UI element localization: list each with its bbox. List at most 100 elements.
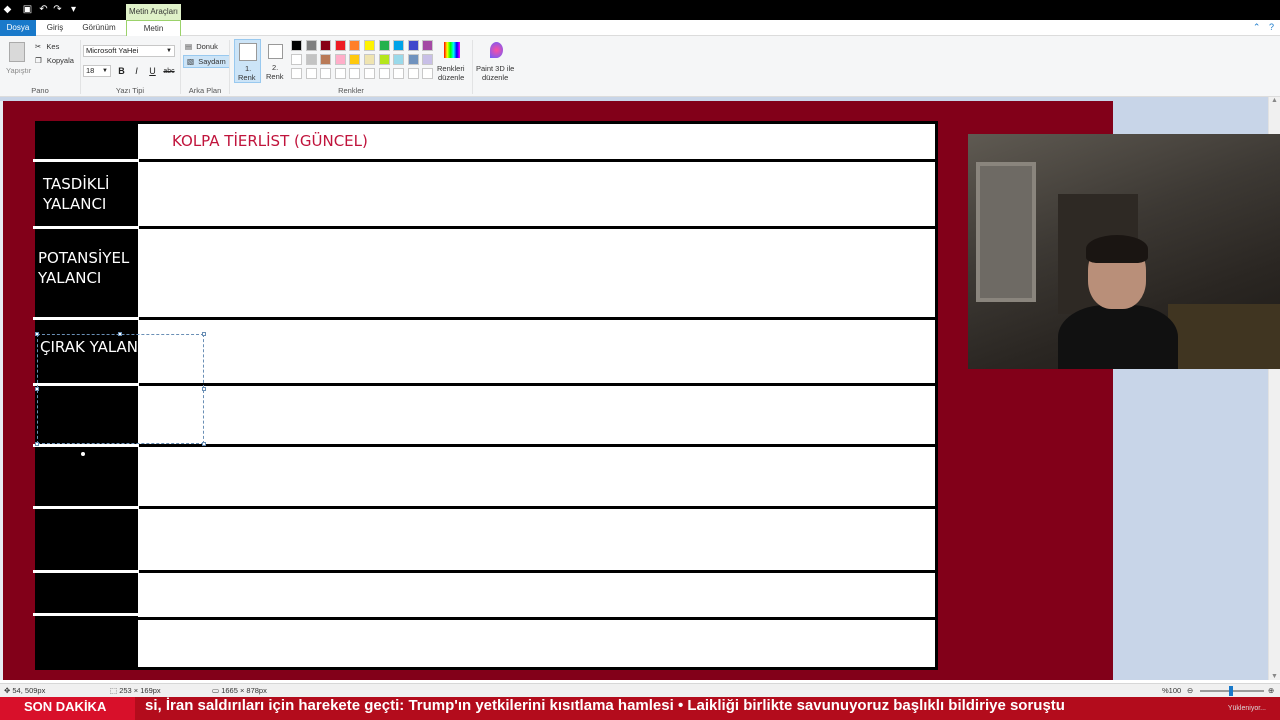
font-name-value: Microsoft YaHei <box>86 46 139 55</box>
custom-color-slot[interactable] <box>364 68 375 79</box>
board-border-right <box>935 123 938 670</box>
strikethrough-button[interactable]: abc <box>161 66 177 77</box>
scroll-up-icon[interactable]: ▲ <box>1271 97 1278 104</box>
resize-handle[interactable] <box>202 442 206 446</box>
quick-access-dropdown-icon[interactable]: ▾ <box>68 4 79 15</box>
transparent-label: Saydam <box>198 57 226 66</box>
resize-handle[interactable] <box>118 332 122 336</box>
palette-color-swatch[interactable] <box>378 40 390 51</box>
palette-color-swatch[interactable] <box>349 40 361 51</box>
status-bar: ✥ 54, 509px ⬚ 253 × 169px ▭ 1665 × 878px… <box>0 683 1280 697</box>
palette-color-swatch[interactable] <box>334 40 346 51</box>
edit-colors-button[interactable]: Renkleri düzenle <box>437 40 467 84</box>
resize-handle[interactable] <box>35 387 39 391</box>
ticker-badge: SON DAKİKA <box>0 697 135 720</box>
help-icon[interactable]: ? <box>1269 22 1274 32</box>
cut-button[interactable]: ✂ Kes <box>35 42 59 51</box>
palette-color-swatch[interactable] <box>364 40 375 51</box>
italic-button[interactable]: I <box>131 66 142 77</box>
cursor-position: ✥ 54, 509px <box>4 684 45 698</box>
palette-color-swatch[interactable] <box>305 40 317 51</box>
palette-color-swatch[interactable] <box>364 54 375 65</box>
copy-button[interactable]: ❐ Kopyala <box>35 56 74 65</box>
palette-color-swatch[interactable] <box>393 40 405 51</box>
webcam-person-hair <box>1086 235 1148 263</box>
opaque-label: Donuk <box>196 42 218 51</box>
image-size-value: 1665 × 878px <box>221 686 267 695</box>
paint3d-label-line1: Paint 3D ile <box>476 64 515 73</box>
zoom-slider-thumb[interactable] <box>1229 686 1233 696</box>
transparent-button[interactable]: ▧ Saydam <box>183 55 230 68</box>
tab-view[interactable]: Görünüm <box>76 20 122 36</box>
board-border-top <box>35 121 938 124</box>
palette-color-swatch[interactable] <box>378 54 390 65</box>
palette-color-swatch[interactable] <box>320 54 332 65</box>
color1-button[interactable]: 1. Renk <box>234 39 261 83</box>
font-name-select[interactable]: Microsoft YaHei ▼ <box>83 45 175 57</box>
resize-handle[interactable] <box>35 332 39 336</box>
custom-color-slot[interactable] <box>334 68 346 79</box>
paint-app-icon[interactable]: ◆ <box>2 4 13 15</box>
zoom-in-icon[interactable]: ⊕ <box>1268 684 1274 698</box>
resize-handle[interactable] <box>202 387 206 391</box>
paint3d-button[interactable]: Paint 3D ile düzenle <box>476 40 520 84</box>
palette-color-swatch[interactable] <box>320 40 332 51</box>
zoom-out-icon[interactable]: ⊖ <box>1187 684 1193 698</box>
label-divider <box>33 444 139 447</box>
color1-label-line2: Renk <box>238 73 256 82</box>
palette-color-swatch[interactable] <box>291 40 302 51</box>
row-divider <box>138 570 938 573</box>
text-selection-box[interactable] <box>35 332 206 446</box>
palette-color-swatch[interactable] <box>349 54 361 65</box>
palette-color-swatch[interactable] <box>422 40 434 51</box>
custom-color-slot[interactable] <box>378 68 390 79</box>
undo-icon[interactable]: ↶ <box>38 4 49 15</box>
save-icon[interactable]: ▣ <box>22 4 33 15</box>
palette-color-swatch[interactable] <box>291 54 302 65</box>
row-divider <box>138 506 938 509</box>
custom-color-slot[interactable] <box>320 68 332 79</box>
tab-home[interactable]: Giriş <box>40 20 70 36</box>
palette-color-swatch[interactable] <box>305 54 317 65</box>
tab-file[interactable]: Dosya <box>0 20 36 36</box>
color2-label-line1: 2. <box>272 63 279 72</box>
custom-color-slot[interactable] <box>349 68 361 79</box>
tier-list-title: KOLPA TİERLİST (GÜNCEL) <box>172 132 368 150</box>
paste-button[interactable]: Yapıştır <box>6 40 31 75</box>
image-size-icon: ▭ <box>212 686 220 695</box>
custom-color-slot[interactable] <box>291 68 302 79</box>
bold-button[interactable]: B <box>116 66 127 77</box>
label-divider <box>33 226 139 229</box>
scissors-icon: ✂ <box>35 42 42 51</box>
webcam-background-window <box>976 162 1036 302</box>
palette-color-swatch[interactable] <box>407 40 419 51</box>
font-size-select[interactable]: 18 ▼ <box>83 65 111 77</box>
label-divider <box>33 613 139 616</box>
collapse-ribbon-icon[interactable]: ⌃ <box>1253 22 1261 32</box>
custom-color-slot[interactable] <box>407 68 419 79</box>
palette-color-swatch[interactable] <box>422 54 434 65</box>
copy-label: Kopyala <box>46 56 74 65</box>
clipboard-icon <box>9 42 25 62</box>
redo-icon[interactable]: ↷ <box>52 4 63 15</box>
resize-handle[interactable] <box>35 442 39 446</box>
group-label-font: Yazı Tipi <box>115 86 145 95</box>
ribbon: Yapıştır ✂ Kes ❐ Kopyala Pano Microsoft … <box>0 36 1280 97</box>
resize-handle[interactable] <box>202 332 206 336</box>
color1-swatch <box>239 43 257 61</box>
custom-color-slot[interactable] <box>393 68 405 79</box>
color2-button[interactable]: 2. Renk <box>264 39 288 83</box>
tab-text[interactable]: Metin <box>126 20 181 37</box>
palette-color-swatch[interactable] <box>334 54 346 65</box>
underline-button[interactable]: U <box>147 66 158 77</box>
cursor-dot <box>81 452 85 456</box>
contextual-tab-header: Metin Araçları <box>126 4 181 20</box>
scroll-down-icon[interactable]: ▼ <box>1271 673 1278 680</box>
palette-color-swatch[interactable] <box>393 54 405 65</box>
custom-color-slot[interactable] <box>422 68 434 79</box>
custom-color-slot[interactable] <box>305 68 317 79</box>
help-controls: ⌃ ? <box>1253 22 1274 33</box>
palette-color-swatch[interactable] <box>407 54 419 65</box>
opaque-button[interactable]: ▤ Donuk <box>185 42 218 51</box>
color2-swatch <box>268 44 283 59</box>
